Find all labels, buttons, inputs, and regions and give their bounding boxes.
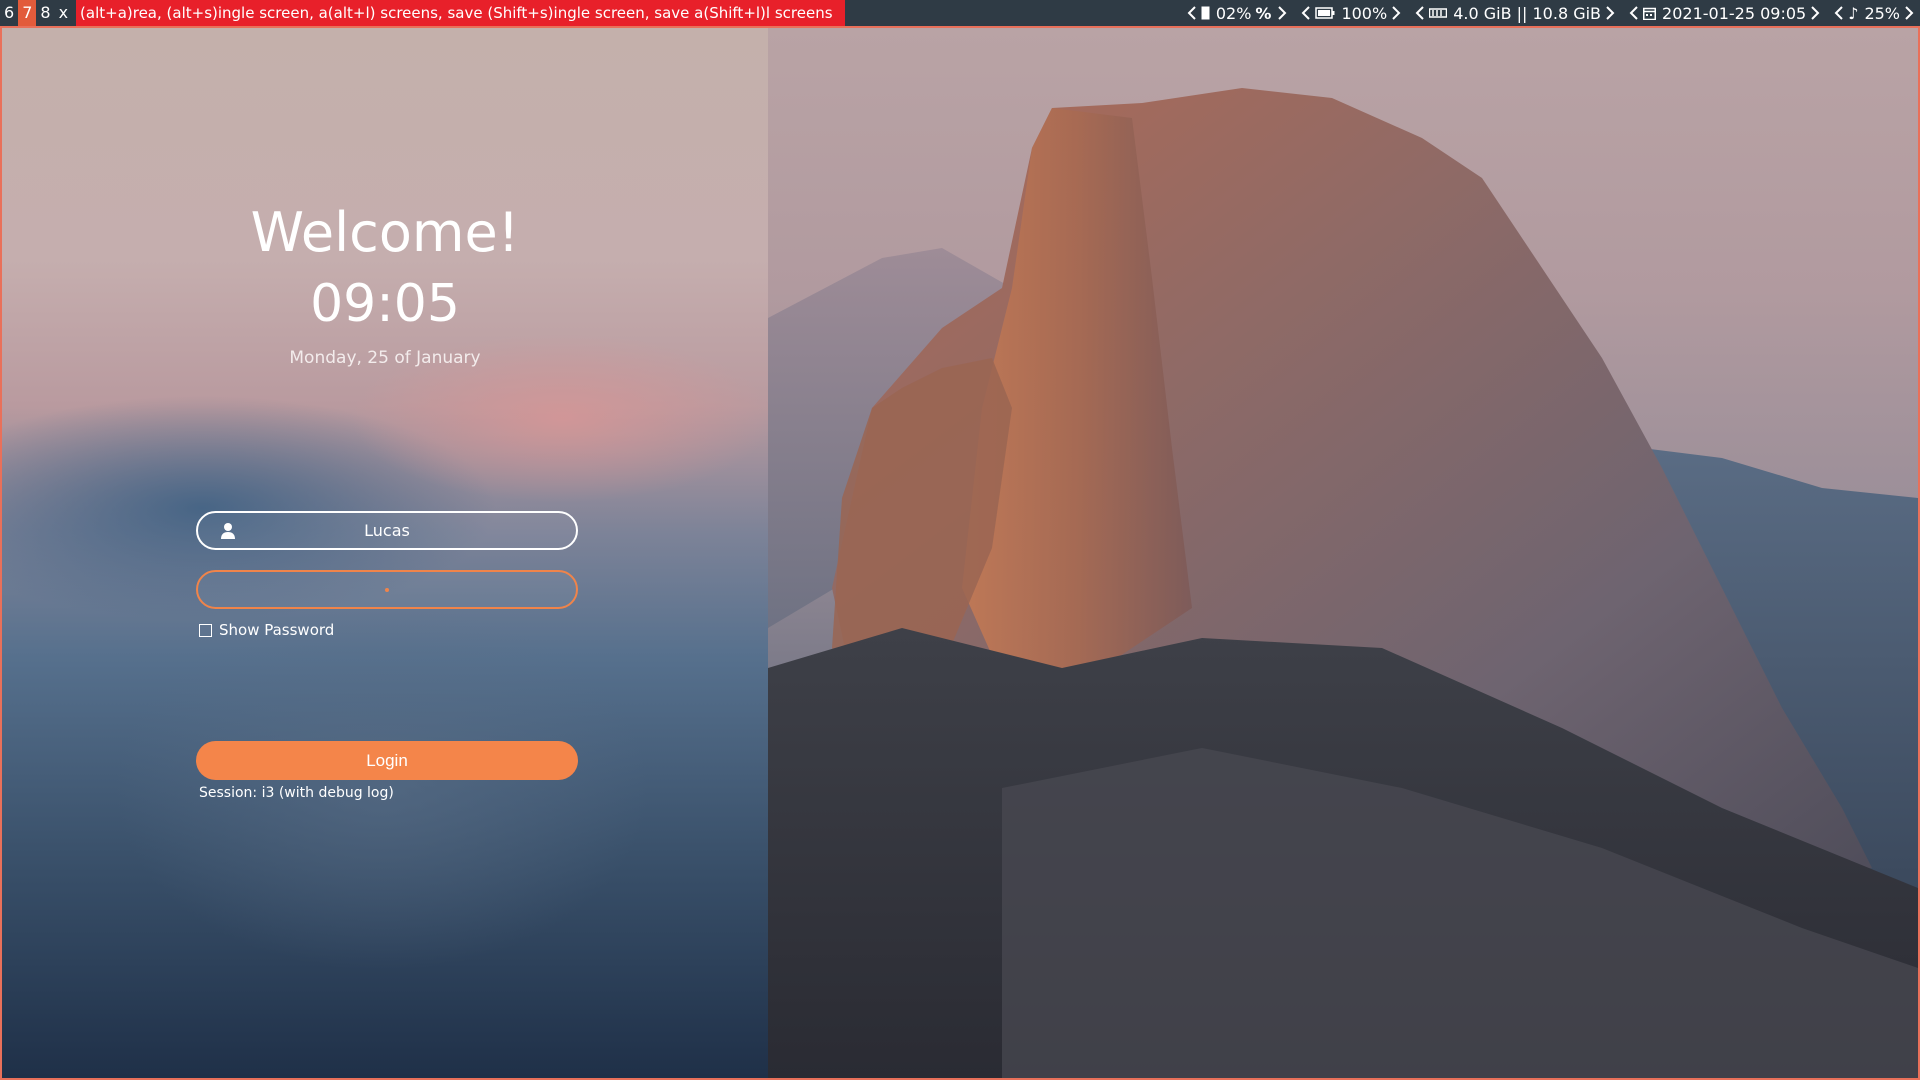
cpu-segment: 02% % — [1185, 0, 1290, 26]
workspace-6[interactable]: 6 — [0, 0, 18, 26]
battery-icon — [1315, 7, 1335, 19]
show-password-toggle[interactable]: Show Password — [199, 621, 334, 639]
date-label: Monday, 25 of January — [289, 348, 481, 368]
chevron-right-icon — [1902, 0, 1916, 26]
session-selector[interactable]: Session: i3 (with debug log) — [199, 785, 394, 801]
memory-icon — [1429, 7, 1448, 19]
cpu-icon — [1201, 6, 1210, 20]
workspace-x[interactable]: x — [55, 0, 72, 26]
chevron-left-icon — [1299, 0, 1313, 26]
screenshot-mode-indicator: (alt+a)rea, (alt+s)ingle screen, a(alt+l… — [76, 0, 845, 26]
show-password-checkbox[interactable] — [199, 623, 212, 637]
workspace-7-active[interactable]: 7 — [18, 0, 37, 26]
username-value: Lucas — [364, 521, 410, 540]
cpu-value: 02% — [1215, 3, 1252, 23]
battery-value: 100% — [1341, 3, 1388, 23]
user-icon — [220, 522, 236, 544]
music-note-icon: ♪ — [1848, 3, 1859, 23]
welcome-heading: Welcome! — [250, 201, 520, 264]
memory-segment: 4.0 GiB || 10.8 GiB — [1413, 0, 1617, 26]
calendar-icon — [1643, 7, 1657, 20]
username-field[interactable]: Lucas — [196, 511, 578, 550]
i3-status-bar: 6 7 8 x (alt+a)rea, (alt+s)ingle screen,… — [0, 0, 1920, 26]
percent-icon: % — [1255, 3, 1272, 23]
chevron-left-icon — [1832, 0, 1846, 26]
clock: 09:05 — [310, 274, 460, 334]
volume-value: 25% — [1864, 3, 1900, 23]
datetime-value: 2021-01-25 09:05 — [1662, 3, 1807, 23]
chevron-right-icon — [1808, 0, 1822, 26]
status-area: 02% % 100% 4.0 GiB || 10.8 GiB 2021-01-2… — [1175, 0, 1920, 26]
login-button[interactable]: Login — [196, 741, 578, 780]
workspace-8[interactable]: 8 — [36, 0, 54, 26]
login-screen: Welcome! 09:05 Monday, 25 of January Luc… — [0, 26, 1920, 1080]
date-segment: 2021-01-25 09:05 — [1627, 0, 1822, 26]
show-password-label: Show Password — [219, 621, 335, 639]
chevron-left-icon — [1185, 0, 1199, 26]
chevron-right-icon — [1389, 0, 1403, 26]
volume-segment: ♪ 25% — [1832, 0, 1916, 26]
chevron-right-icon — [1603, 0, 1617, 26]
chevron-left-icon — [1413, 0, 1427, 26]
battery-segment: 100% — [1299, 0, 1403, 26]
password-cursor — [385, 587, 389, 592]
login-panel: Welcome! 09:05 Monday, 25 of January Luc… — [2, 28, 768, 1078]
password-field[interactable] — [196, 570, 578, 609]
chevron-right-icon — [1275, 0, 1289, 26]
memory-value: 4.0 GiB || 10.8 GiB — [1453, 3, 1602, 23]
chevron-left-icon — [1627, 0, 1641, 26]
